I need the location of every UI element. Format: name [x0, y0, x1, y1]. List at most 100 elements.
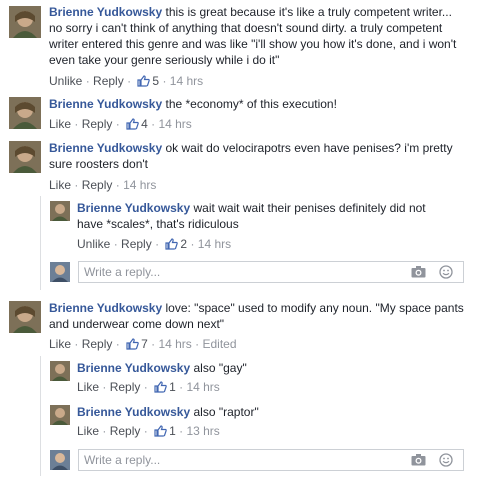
comment-text: writer entered this genre and was like "…: [49, 37, 457, 51]
thumbs-up-icon[interactable]: [126, 118, 139, 134]
like-count[interactable]: 2: [180, 237, 187, 251]
thumbs-up-icon[interactable]: [137, 75, 151, 91]
like-button[interactable]: Like: [77, 424, 99, 438]
comment-text: no sorry i can't think of anything that …: [49, 21, 443, 35]
reply-placeholder: Write a reply...: [84, 265, 161, 279]
separator-dot: ·: [143, 380, 148, 394]
separator-dot: ·: [115, 117, 120, 131]
comment: Brienne Yudkowsky this is great because …: [0, 0, 484, 92]
separator-dot: ·: [155, 237, 160, 251]
separator-dot: ·: [115, 337, 120, 351]
reply: Brienne Yudkowsky also "raptor" Like · R…: [48, 402, 478, 442]
thumbs-up-icon[interactable]: [154, 381, 167, 397]
avatar[interactable]: [50, 405, 70, 425]
timestamp[interactable]: 14 hrs: [170, 74, 203, 88]
avatar[interactable]: [9, 301, 41, 333]
reply-button[interactable]: Reply: [110, 424, 141, 438]
emoji-icon[interactable]: [439, 265, 453, 282]
separator-dot: ·: [127, 74, 132, 88]
comment-text: this is great because it's like a truly …: [165, 5, 452, 19]
avatar[interactable]: [9, 141, 41, 173]
timestamp[interactable]: 14 hrs: [158, 337, 191, 351]
comment-author[interactable]: Brienne Yudkowsky: [49, 5, 162, 19]
unlike-button[interactable]: Unlike: [49, 74, 82, 88]
emoji-icon[interactable]: [439, 453, 453, 470]
thumbs-up-icon[interactable]: [126, 338, 139, 354]
reply-button[interactable]: Reply: [82, 117, 113, 131]
current-user-avatar: [50, 450, 70, 470]
separator-dot: ·: [179, 424, 184, 438]
separator-dot: ·: [179, 380, 184, 394]
like-button[interactable]: Like: [77, 380, 99, 394]
thumbs-up-icon[interactable]: [165, 238, 179, 254]
unlike-button[interactable]: Unlike: [77, 237, 110, 251]
like-button[interactable]: Like: [49, 178, 71, 192]
reply-placeholder: Write a reply...: [84, 453, 161, 467]
separator-dot: ·: [162, 74, 167, 88]
separator-dot: ·: [190, 237, 195, 251]
reply-input[interactable]: Write a reply...: [78, 449, 464, 471]
comment-author[interactable]: Brienne Yudkowsky: [77, 361, 190, 375]
comment-text: love: "space" used to modify any noun. "…: [165, 301, 464, 315]
comment: Brienne Yudkowsky love: "space" used to …: [0, 296, 484, 484]
comment-text: and underwear come down next": [49, 317, 225, 331]
comment-text: even take your genre seriously while i d…: [49, 53, 280, 67]
comment-text: the *economy* of this execution!: [165, 97, 337, 111]
like-count[interactable]: 1: [169, 380, 176, 394]
comment-text: also "gay": [193, 361, 247, 375]
reply-button[interactable]: Reply: [82, 178, 113, 192]
separator-dot: ·: [74, 178, 79, 192]
reply-input[interactable]: Write a reply...: [78, 261, 464, 283]
comment-author[interactable]: Brienne Yudkowsky: [77, 201, 190, 215]
reply-button[interactable]: Reply: [121, 237, 152, 251]
reply: Brienne Yudkowsky also "gay" Like · Repl…: [48, 358, 478, 398]
current-user-avatar: [50, 262, 70, 282]
timestamp[interactable]: 14 hrs: [123, 178, 156, 192]
comment-author[interactable]: Brienne Yudkowsky: [49, 141, 162, 155]
reply-thread-line: [40, 196, 41, 290]
like-button[interactable]: Like: [49, 117, 71, 131]
timestamp[interactable]: 14 hrs: [186, 380, 219, 394]
comment-text: also "raptor": [193, 405, 259, 419]
reply-thread-line: [40, 356, 41, 476]
like-count[interactable]: 7: [141, 337, 148, 351]
comment-thread: Brienne Yudkowsky this is great because …: [0, 0, 484, 484]
avatar[interactable]: [9, 97, 41, 129]
separator-dot: ·: [195, 337, 200, 351]
comment-author[interactable]: Brienne Yudkowsky: [49, 97, 162, 111]
like-count[interactable]: 5: [152, 74, 159, 88]
camera-icon[interactable]: [411, 265, 426, 281]
separator-dot: ·: [113, 237, 118, 251]
separator-dot: ·: [151, 337, 156, 351]
comment-text: sure roosters don't: [49, 157, 149, 171]
comment-text: have *scales*, that's ridiculous: [77, 217, 239, 231]
comment: Brienne Yudkowsky ok wait do velocirapot…: [0, 136, 484, 290]
separator-dot: ·: [151, 117, 156, 131]
reply-button[interactable]: Reply: [93, 74, 124, 88]
reply-button[interactable]: Reply: [82, 337, 113, 351]
comment-text: wait wait wait their penises definitely …: [193, 201, 426, 215]
timestamp[interactable]: 13 hrs: [186, 424, 219, 438]
comment-author[interactable]: Brienne Yudkowsky: [49, 301, 162, 315]
separator-dot: ·: [74, 117, 79, 131]
reply: Brienne Yudkowsky wait wait wait their p…: [48, 198, 478, 254]
like-button[interactable]: Like: [49, 337, 71, 351]
like-count[interactable]: 4: [141, 117, 148, 131]
separator-dot: ·: [115, 178, 120, 192]
comment-author[interactable]: Brienne Yudkowsky: [77, 405, 190, 419]
timestamp[interactable]: 14 hrs: [158, 117, 191, 131]
separator-dot: ·: [74, 337, 79, 351]
camera-icon[interactable]: [411, 453, 426, 469]
like-count[interactable]: 1: [169, 424, 176, 438]
separator-dot: ·: [143, 424, 148, 438]
avatar[interactable]: [50, 361, 70, 381]
timestamp[interactable]: 14 hrs: [198, 237, 231, 251]
edited-label[interactable]: Edited: [203, 337, 237, 351]
thumbs-up-icon[interactable]: [154, 425, 167, 441]
reply-button[interactable]: Reply: [110, 380, 141, 394]
avatar[interactable]: [9, 6, 41, 38]
avatar[interactable]: [50, 201, 70, 221]
separator-dot: ·: [102, 380, 107, 394]
separator-dot: ·: [102, 424, 107, 438]
comment: Brienne Yudkowsky the *economy* of this …: [0, 92, 484, 134]
